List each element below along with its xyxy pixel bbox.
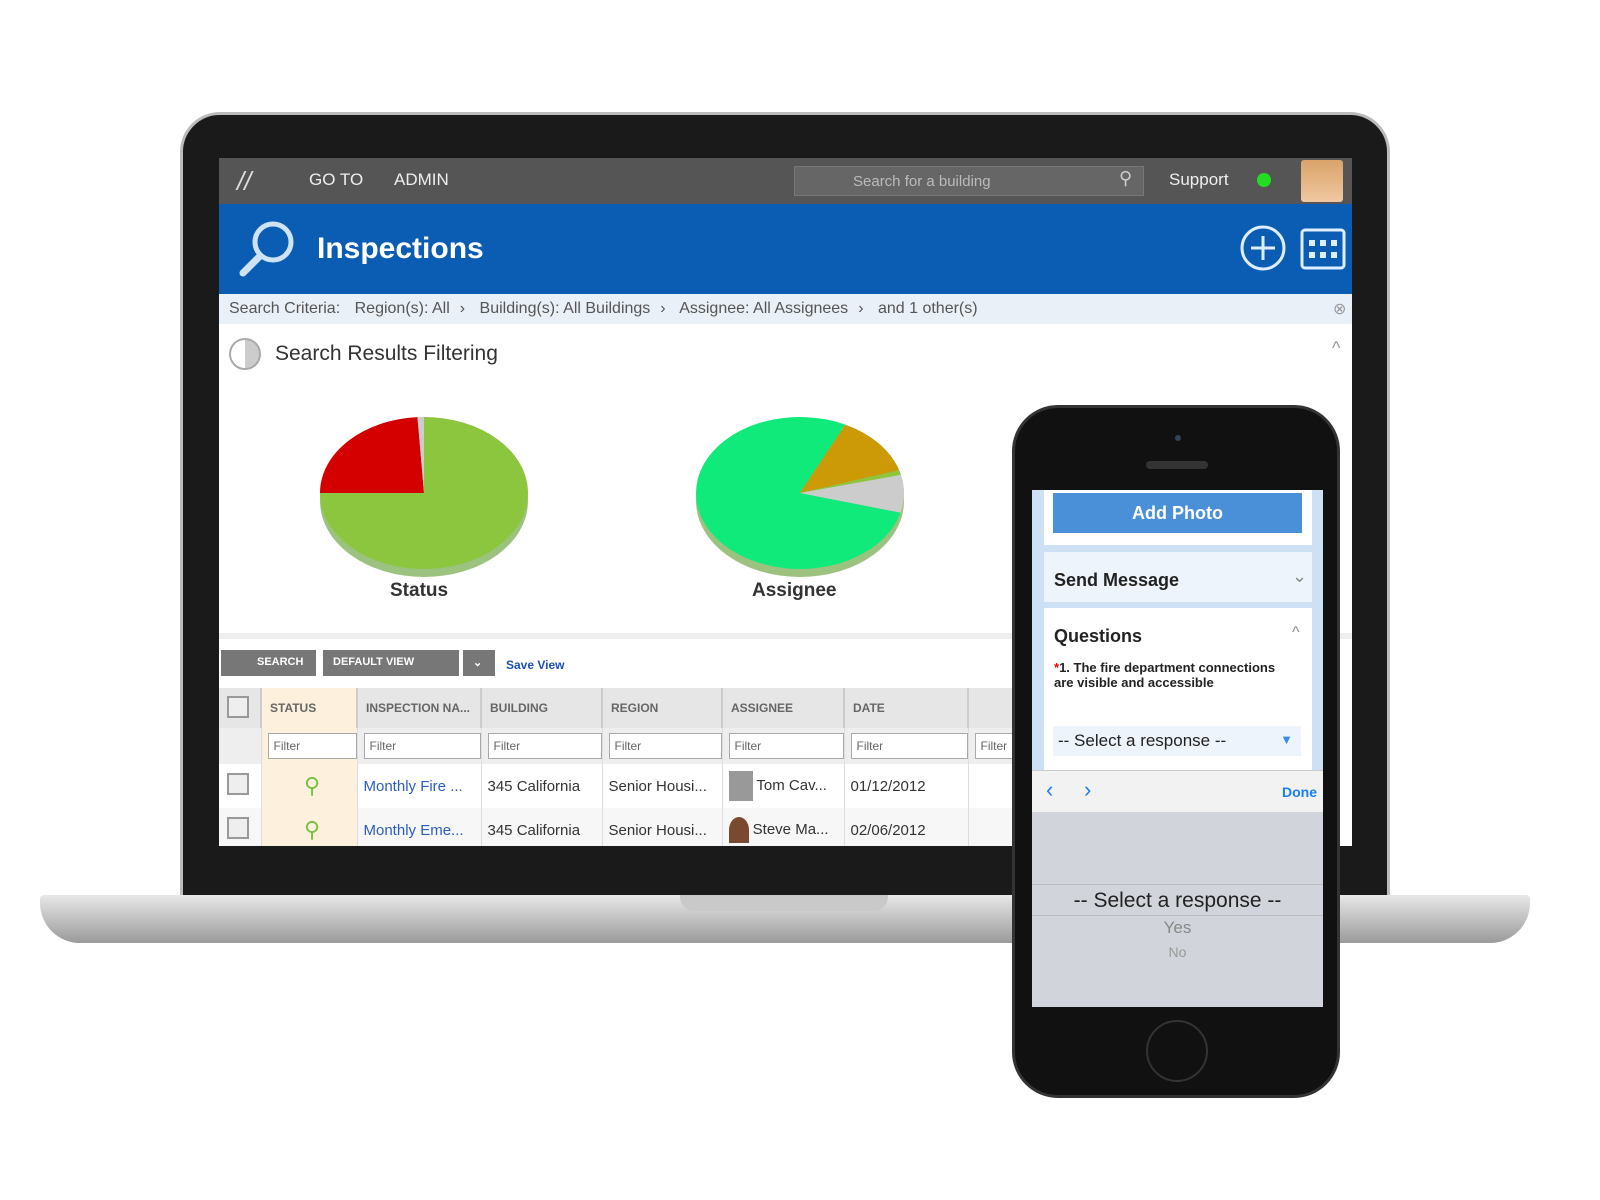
inspection-name-link[interactable]: Monthly Fire ... [357,764,482,808]
assignee-name: Steve Ma... [752,820,829,838]
column-inspection-name[interactable]: INSPECTION NA... [357,688,482,728]
assignee-filter[interactable]: Filter [728,733,844,759]
date-cell: 02/06/2012 [844,808,969,846]
region-filter[interactable]: Filter [608,733,722,759]
inspection-status-icon: ⚲ [261,764,358,808]
next-icon[interactable]: › [1084,777,1091,803]
add-circle-icon[interactable] [1239,224,1287,272]
previous-icon[interactable]: ‹ [1046,777,1053,803]
questions-section: Questions ^ *1. The fire department conn… [1044,608,1312,770]
inspection-status-icon: ⚲ [261,808,358,846]
breadcrumb-item[interactable]: Building(s): All Buildings [480,300,651,317]
questions-title: Questions [1054,626,1143,646]
assignee-chart-label: Assignee [752,580,837,601]
save-view-link[interactable]: Save View [506,658,565,672]
question-label: The fire department connections are visi… [1054,660,1276,690]
building-cell: 345 California [481,764,603,808]
keyboard-accessory-bar: ‹ › Done [1032,770,1323,812]
top-nav-bar: // GO TO ADMIN Search for a building ⚲ S… [219,158,1352,204]
status-chart-label: Status [390,580,449,601]
building-filter[interactable]: Filter [487,733,602,759]
support-link[interactable]: Support [1169,170,1229,190]
send-message-title: Send Message [1054,570,1180,590]
avatar[interactable] [1301,160,1343,202]
phone-camera [1175,435,1181,441]
status-filter[interactable]: Filter [267,733,357,759]
building-search-input[interactable]: Search for a building [794,166,1144,196]
dropdown-arrow-icon: ▼ [1280,732,1293,747]
send-message-section[interactable]: Send Message ⌄ [1044,552,1312,602]
breadcrumb-item[interactable]: and 1 other(s) [878,300,978,317]
row-checkbox[interactable] [227,773,249,795]
assignee-name: Tom Cav... [756,776,827,794]
home-button[interactable] [1146,1020,1208,1082]
assignee-pie-chart[interactable] [685,408,915,588]
section-title: Search Results Filtering [275,342,498,365]
avatar [728,817,749,843]
date-filter[interactable]: Filter [850,733,968,759]
calendar-icon[interactable] [1299,224,1347,272]
table-row: ⚲ Monthly Eme... 345 California Senior H… [219,808,1029,846]
pie-chart-icon [229,338,261,370]
default-view-button[interactable]: DEFAULT VIEW [323,650,459,676]
chevron-up-icon[interactable]: ^ [1292,624,1300,642]
column-assignee[interactable]: ASSIGNEE [722,688,845,728]
column-status[interactable]: STATUS [261,688,358,728]
breadcrumb: Search Criteria: Region(s): All › Buildin… [219,294,1352,324]
response-select[interactable]: -- Select a response -- ▼ [1053,726,1301,756]
avatar [728,771,753,801]
picker-option[interactable]: No [1032,944,1323,960]
column-building[interactable]: BUILDING [481,688,603,728]
page-header: Inspections [219,204,1352,294]
admin-menu[interactable]: ADMIN [394,170,449,190]
inspections-table: STATUS INSPECTION NA... BUILDING REGION … [219,688,1029,846]
phone-screen: Add Photo Send Message ⌄ Questions ^ *1.… [1032,490,1323,1007]
pie-slice[interactable] [320,417,424,493]
goto-menu[interactable]: GO TO [309,170,363,190]
filter-row: Filter Filter Filter Filter Filter Filte… [219,728,1029,764]
page-title: Inspections [317,232,484,265]
inspection-name-link[interactable]: Monthly Eme... [357,808,482,846]
region-cell: Senior Housi... [602,808,723,846]
row-checkbox[interactable] [227,817,249,839]
question-number: 1. [1059,660,1070,675]
chevron-right-icon: › [858,300,864,317]
building-cell: 345 California [481,808,603,846]
table-row: ⚲ Monthly Fire ... 345 California Senior… [219,764,1029,808]
clear-criteria-icon[interactable]: ⊗ [1333,299,1346,319]
phone-speaker [1146,461,1208,469]
question-text: *1. The fire department connections are … [1054,660,1276,690]
column-date[interactable]: DATE [844,688,969,728]
name-filter[interactable]: Filter [363,733,481,759]
chevron-down-icon[interactable]: ⌄ [1292,566,1307,587]
search-icon [239,221,294,277]
date-cell: 01/12/2012 [844,764,969,808]
assignee-cell: Steve Ma... [722,808,845,846]
add-photo-card: Add Photo [1044,490,1312,545]
picker-option[interactable]: -- Select a response -- [1032,884,1323,916]
view-dropdown-icon[interactable]: ⌄ [463,650,495,676]
add-photo-button[interactable]: Add Photo [1053,493,1302,533]
assignee-cell: Tom Cav... [722,764,845,808]
table-header-row: STATUS INSPECTION NA... BUILDING REGION … [219,688,1029,728]
picker-option[interactable]: Yes [1032,918,1323,938]
chevron-right-icon: › [660,300,666,317]
laptop-notch [680,895,888,911]
breadcrumb-label: Search Criteria: [229,300,341,317]
region-cell: Senior Housi... [602,764,723,808]
online-status-icon [1257,173,1271,187]
search-icon[interactable]: ⚲ [1119,168,1132,189]
breadcrumb-item[interactable]: Assignee: All Assignees [679,300,848,317]
logo-icon: // [237,166,252,196]
chevron-right-icon: › [459,300,466,317]
select-value: -- Select a response -- [1058,731,1227,750]
search-button[interactable]: SEARCH [221,650,316,676]
response-picker[interactable]: -- Select a response -- Yes No [1032,812,1323,1007]
column-region[interactable]: REGION [602,688,723,728]
done-button[interactable]: Done [1282,784,1317,800]
collapse-icon[interactable]: ^ [1332,338,1340,359]
select-all-checkbox[interactable] [227,695,249,718]
status-pie-chart[interactable] [309,408,539,588]
breadcrumb-item[interactable]: Region(s): All [355,300,450,317]
